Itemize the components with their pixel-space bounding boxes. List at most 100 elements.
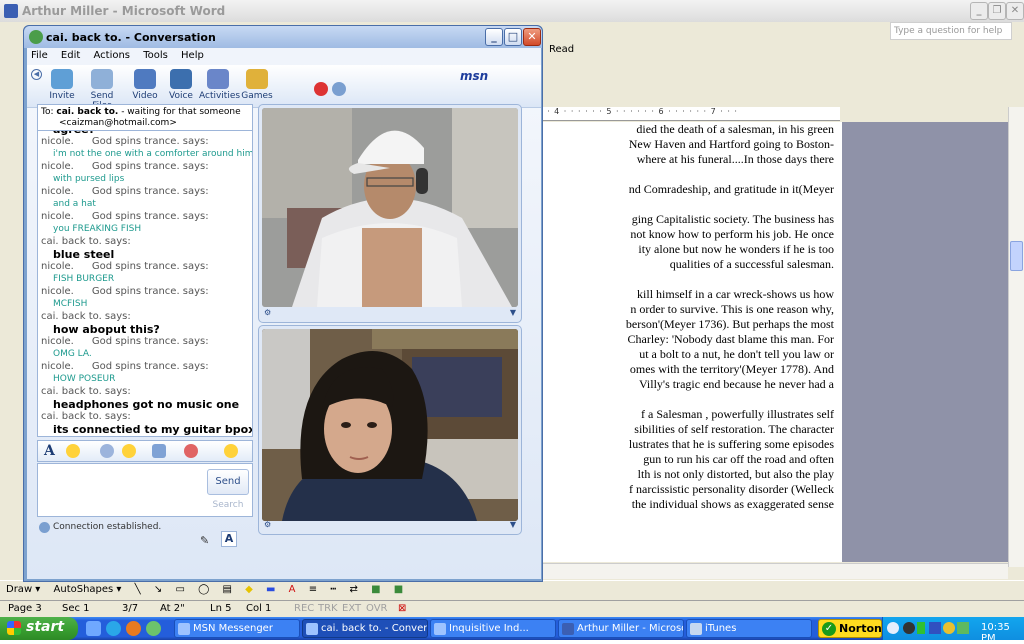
message-sender: nicole. God spins trance. says: (41, 261, 239, 273)
menu-actions[interactable]: Actions (93, 50, 130, 61)
remote-video-dropdown-icon[interactable]: ▼ (510, 308, 516, 317)
clock[interactable]: 10:35 PM (981, 622, 1024, 644)
help-question-input[interactable]: Type a question for help (890, 22, 1012, 40)
msn-minimize-button[interactable]: _ (485, 28, 503, 46)
arrow-tool-icon[interactable]: ↘ (154, 584, 162, 595)
tray-app-icon-2[interactable] (929, 622, 941, 634)
nudge-icon[interactable] (224, 444, 238, 458)
draw-menu[interactable]: Draw ▾ (6, 584, 40, 595)
document-line: berson'(Meyer 1736). But perhaps the mos… (625, 317, 834, 331)
word-status-bar: Page 3 Sec 1 3/7 At 2" Ln 5 Col 1 REC TR… (0, 600, 1024, 617)
remote-video-settings-icon[interactable]: ⚙ (264, 308, 271, 317)
status-page: Page 3 (8, 603, 42, 614)
shadow-style-icon[interactable]: ■ (371, 584, 380, 595)
word-close-button[interactable]: ✕ (1006, 2, 1024, 20)
line-color-icon[interactable]: ▬ (266, 584, 275, 595)
toolbar-collapse-icon[interactable]: ◀ (31, 69, 42, 80)
background-image-icon[interactable] (152, 444, 166, 458)
msn-quicklaunch-icon[interactable] (146, 621, 161, 636)
horizontal-scrollbar[interactable] (540, 563, 1008, 579)
invite-button[interactable]: Invite (47, 69, 77, 101)
task-inquisitive[interactable]: Inquisitive Ind... (430, 619, 556, 638)
document-line: died the death of a salesman, in his gre… (636, 122, 834, 136)
word-minimize-button[interactable]: _ (970, 2, 988, 20)
status-at: At 2" (160, 603, 185, 614)
scroll-thumb[interactable] (1010, 241, 1023, 271)
3d-style-icon[interactable]: ■ (394, 584, 403, 595)
oval-tool-icon[interactable]: ◯ (198, 584, 209, 595)
font-color-icon[interactable]: A (289, 584, 296, 595)
emoticon-icon[interactable] (66, 444, 80, 458)
system-tray: 10:35 PM (882, 617, 1024, 644)
status-ovr[interactable]: OVR (366, 603, 387, 614)
contact-email: <caizman@hotmail.com> (59, 118, 177, 128)
menu-help[interactable]: Help (181, 50, 204, 61)
status-section: Sec 1 (62, 603, 90, 614)
fill-color-icon[interactable]: ◆ (245, 584, 253, 595)
dash-style-icon[interactable]: ┅ (330, 584, 336, 595)
firefox-icon[interactable] (126, 621, 141, 636)
background-icon[interactable] (332, 82, 346, 96)
remote-webcam-pane: ⚙ ▼ (258, 104, 522, 323)
msn-logo: msn (460, 69, 489, 83)
line-tool-icon[interactable]: ╲ (135, 584, 141, 595)
document-line: qualities of a successful salesman. (669, 257, 834, 271)
status-ext[interactable]: EXT (342, 603, 361, 614)
internet-explorer-icon[interactable] (106, 621, 121, 636)
menu-file[interactable]: File (31, 50, 48, 61)
task-conversation[interactable]: cai. back to. - Conver... (302, 619, 428, 638)
games-button[interactable]: Games (241, 69, 273, 101)
document-line (540, 167, 842, 182)
tray-messenger-icon[interactable] (957, 622, 969, 634)
sender-id: nicole. (41, 286, 74, 297)
video-button[interactable]: Video (131, 69, 159, 101)
vertical-scrollbar[interactable] (1008, 107, 1024, 567)
remote-webcam-video (262, 108, 518, 307)
invite-icon (51, 69, 73, 89)
font-icon[interactable]: A (44, 444, 58, 458)
self-video-settings-icon[interactable]: ⚙ (264, 520, 271, 529)
block-icon[interactable] (314, 82, 328, 96)
status-rec[interactable]: REC (294, 603, 314, 614)
show-desktop-icon[interactable] (86, 621, 101, 636)
textbox-tool-icon[interactable]: ▤ (222, 584, 231, 595)
voice-button[interactable]: Voice (167, 69, 195, 101)
read-button[interactable]: Read (545, 42, 578, 57)
document-line: ging Capitalistic society. The business … (631, 212, 834, 226)
status-trk[interactable]: TRK (318, 603, 338, 614)
msn-maximize-button[interactable]: □ (504, 28, 522, 46)
wink-icon[interactable] (122, 444, 136, 458)
rectangle-tool-icon[interactable]: ▭ (175, 584, 184, 595)
line-style-icon[interactable]: ≡ (309, 584, 317, 595)
chat-history[interactable]: agree?nicole.God spins trance. says:i'm … (37, 131, 253, 437)
activities-button[interactable]: Activities (199, 69, 240, 101)
msn-close-button[interactable]: ✕ (523, 28, 541, 46)
task-msn-messenger[interactable]: MSN Messenger (174, 619, 300, 638)
autoshapes-menu[interactable]: AutoShapes ▾ (54, 584, 122, 595)
menu-edit[interactable]: Edit (61, 50, 80, 61)
voice-clip-icon[interactable] (100, 444, 114, 458)
word-maximize-button[interactable]: ❐ (988, 2, 1006, 20)
search-button[interactable]: Search (207, 496, 249, 514)
sender-id: cai. back to. says: (41, 411, 131, 422)
document-page[interactable]: died the death of a salesman, in his gre… (540, 122, 842, 562)
start-button[interactable]: start (0, 617, 78, 640)
sender-id: cai. back to. says: (41, 386, 131, 397)
arrow-style-icon[interactable]: ⇄ (349, 584, 357, 595)
self-video-dropdown-icon[interactable]: ▼ (510, 520, 516, 529)
document-line: the individual shows as exaggerated sens… (631, 497, 834, 511)
tray-app-icon-1[interactable] (903, 622, 915, 634)
task-itunes[interactable]: iTunes (686, 619, 812, 638)
tray-app-icon-3[interactable] (943, 622, 955, 634)
norton-button[interactable]: ✓ Norton (818, 619, 882, 638)
tray-battery-icon[interactable] (917, 622, 925, 634)
gift-icon[interactable] (184, 444, 198, 458)
task-word[interactable]: Arthur Miller - Microso... (558, 619, 684, 638)
document-line (540, 197, 842, 212)
tray-expand-icon[interactable] (887, 622, 899, 634)
document-line: gun to run his car off the road and ofte… (643, 452, 834, 466)
spelling-status-icon[interactable]: ⊠ (398, 603, 406, 614)
menu-tools[interactable]: Tools (143, 50, 168, 61)
document-line: nd Comradeship, and gratitude in it(Meye… (628, 182, 834, 196)
send-button[interactable]: Send (207, 469, 249, 495)
